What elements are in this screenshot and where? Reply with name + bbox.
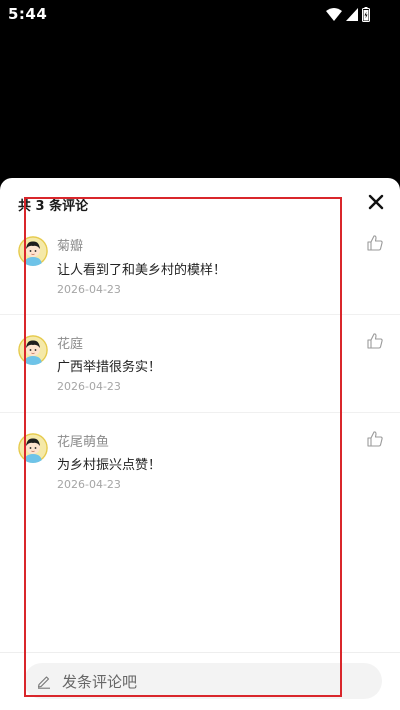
comment-item: 花庭 广西举措很务实！ 2026-04-23 [0, 314, 400, 412]
comment-text: 为乡村振兴点赞！ [57, 458, 162, 473]
comment-input-placeholder: 发条评论吧 [62, 673, 138, 691]
status-bar: 5:44 [0, 0, 400, 28]
status-time: 5:44 [8, 5, 48, 23]
avatar[interactable] [18, 236, 48, 266]
comment-item: 菊瓣 让人看到了和美乡村的模样！ 2026-04-23 [0, 222, 400, 314]
wifi-icon [326, 7, 342, 21]
status-icons [326, 6, 370, 22]
pencil-icon [36, 673, 52, 689]
sheet-title: 共 3 条评论 [18, 199, 89, 214]
comment-list: 菊瓣 让人看到了和美乡村的模样！ 2026-04-23 花庭 广西举措很务实！ … [0, 222, 400, 510]
comment-date: 2026-04-23 [57, 380, 121, 393]
comment-item: 花尾萌鱼 为乡村振兴点赞！ 2026-04-23 [0, 412, 400, 510]
comment-date: 2026-04-23 [57, 478, 121, 491]
comment-text: 让人看到了和美乡村的模样！ [57, 263, 227, 278]
avatar[interactable] [18, 433, 48, 463]
comment-author: 花尾萌鱼 [57, 435, 110, 450]
signal-icon [346, 7, 358, 21]
thumbs-up-icon[interactable] [366, 234, 384, 252]
comment-text: 广西举措很务实！ [57, 360, 162, 375]
avatar[interactable] [18, 335, 48, 365]
thumbs-up-icon[interactable] [366, 430, 384, 448]
comment-composer-bar: 发条评论吧 [0, 652, 400, 710]
comment-author: 花庭 [57, 337, 84, 352]
comment-input[interactable]: 发条评论吧 [24, 663, 382, 699]
thumbs-up-icon[interactable] [366, 332, 384, 350]
comment-date: 2026-04-23 [57, 283, 121, 296]
comment-sheet: 共 3 条评论 菊瓣 让人看到了和美乡村的模样！ 2026-04-23 花庭 广… [0, 178, 400, 710]
comment-author: 菊瓣 [57, 239, 84, 254]
close-icon[interactable] [366, 192, 386, 212]
battery-icon [362, 6, 370, 22]
